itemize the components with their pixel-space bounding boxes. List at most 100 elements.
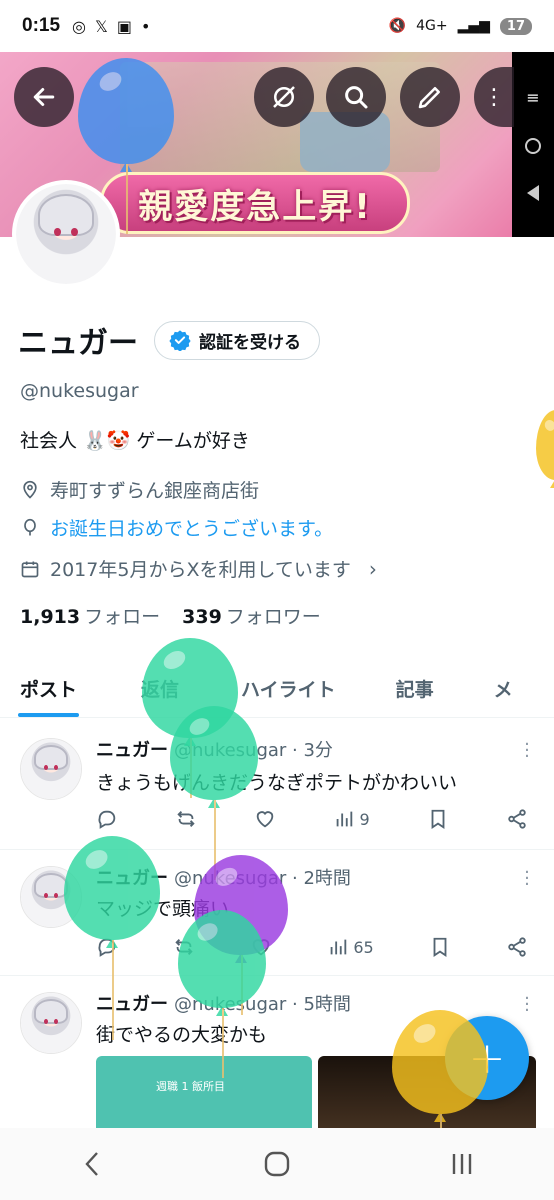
grok-icon [273, 86, 295, 108]
verified-badge-icon [169, 330, 191, 351]
instagram-icon: ◎ [72, 16, 86, 36]
following-link[interactable]: 1,913 フォロー [20, 602, 160, 629]
joined-row[interactable]: 2017年5月からXを利用しています › [20, 555, 377, 582]
avatar-image [16, 184, 116, 284]
share-button[interactable] [506, 808, 528, 830]
balloon-decoration [536, 410, 554, 488]
followers-label: フォロワー [225, 606, 321, 628]
post-author-name: ニュガー [96, 994, 168, 1015]
side-nav-strip: ≡ [512, 52, 554, 237]
chevron-right-icon: › [368, 556, 377, 581]
tv-icon: ▣ [116, 16, 133, 36]
views-icon [331, 939, 347, 955]
views-button[interactable]: 9 [333, 808, 370, 830]
post-actions: 65 [96, 936, 528, 958]
views-count: 9 [359, 809, 370, 829]
get-verified-button[interactable]: 認証を受ける [154, 320, 320, 360]
repost-button[interactable] [175, 808, 197, 830]
calendar-icon [21, 561, 39, 577]
birthday-text[interactable]: お誕生日おめでとうございます。 [50, 514, 333, 541]
heart-icon [257, 811, 274, 828]
search-button[interactable] [326, 67, 386, 127]
back-button[interactable] [14, 67, 74, 127]
post-more-icon[interactable]: · · · [524, 736, 530, 766]
chevron-left-icon [85, 1152, 99, 1176]
views-button[interactable]: 65 [327, 936, 374, 958]
post-item[interactable]: ニュガー@nukesugar · 3分 きょうもげんきだうなぎポテトがかわいい … [0, 720, 554, 850]
more-vertical-icon: ⋮ [483, 84, 505, 110]
home-square-icon [264, 1151, 290, 1177]
birthday-row[interactable]: お誕生日おめでとうございます。 [20, 514, 333, 541]
back-triangle-icon[interactable] [527, 185, 539, 202]
post-more-icon[interactable]: · · · [524, 864, 530, 894]
balloon-decoration [170, 706, 258, 880]
system-home-button[interactable] [237, 1139, 317, 1189]
bookmark-icon [431, 809, 445, 829]
location-row: 寿町すずらん銀座商店街 [20, 476, 259, 503]
system-navigation-bar [0, 1128, 554, 1200]
grok-button[interactable] [254, 67, 314, 127]
menu-icon[interactable]: ≡ [526, 88, 539, 107]
post-media-text: 週職 1 飯所目 [156, 1080, 225, 1093]
x-icon: 𝕏 [95, 16, 108, 36]
search-icon [345, 86, 368, 109]
profile-tabs: ポスト 返信 ハイライト 記事 メ [0, 660, 554, 718]
views-icon [337, 811, 353, 827]
post-avatar[interactable] [20, 738, 82, 800]
balloon-decoration [78, 58, 174, 234]
post-avatar[interactable] [20, 992, 82, 1054]
balloon-icon [24, 518, 36, 535]
home-circle-icon[interactable] [525, 137, 541, 154]
joined-text: 2017年5月からXを利用しています [50, 559, 351, 581]
display-name: ニュガー [18, 326, 138, 361]
bookmark-button[interactable] [429, 936, 451, 958]
network-label: 4G+ [416, 18, 448, 34]
status-notification-icons: ◎ 𝕏 ▣ • [72, 17, 150, 36]
signal-icon: ▂▄▆ [457, 18, 490, 34]
mute-icon: 🔇 [388, 18, 407, 34]
views-count: 65 [353, 937, 374, 957]
banner-title-band: 親愛度急上昇! [100, 172, 410, 234]
followers-link[interactable]: 339 フォロワー [182, 602, 321, 629]
tab-articles[interactable]: 記事 [356, 660, 454, 717]
post-text: きょうもげんきだうなぎポテトがかわいい [96, 772, 458, 794]
battery-badge: 17 [499, 17, 532, 35]
profile-avatar[interactable] [12, 180, 120, 288]
share-button[interactable] [506, 936, 528, 958]
status-bar: 0:15 ◎ 𝕏 ▣ • 🔇 4G+ ▂▄▆ 17 [0, 0, 554, 52]
banner-title: 親愛度急上昇! [138, 186, 372, 227]
balloon-decoration [392, 1010, 488, 1154]
follow-stats: 1,913 フォロー 339 フォロワー [20, 602, 321, 629]
bookmark-icon [433, 937, 447, 957]
reply-button[interactable] [96, 808, 118, 830]
dot-icon: • [141, 16, 151, 36]
get-verified-label: 認証を受ける [199, 332, 301, 353]
balloon-decoration [178, 910, 266, 1078]
location-pin-icon [23, 480, 37, 499]
post-more-icon[interactable]: · · · [524, 990, 530, 1020]
reply-icon [98, 810, 116, 829]
user-handle: @nukesugar [20, 380, 139, 402]
share-icon [508, 937, 526, 957]
followers-count: 339 [182, 606, 222, 628]
pencil-icon [418, 87, 440, 109]
system-recents-button[interactable] [422, 1139, 502, 1189]
post-author-name: ニュガー [96, 740, 168, 761]
balloon-decoration [64, 836, 160, 1040]
system-back-button[interactable] [52, 1139, 132, 1189]
edit-button[interactable] [400, 67, 460, 127]
post-actions: 9 [96, 808, 528, 830]
location-text: 寿町すずらん銀座商店街 [50, 480, 260, 502]
name-row: ニュガー 認証を受ける [18, 318, 320, 362]
status-time: 0:15 [22, 15, 61, 36]
user-bio: 社会人 🐰🤡 ゲームが好き [20, 430, 250, 452]
following-label: フォロー [84, 606, 161, 628]
bookmark-button[interactable] [427, 808, 449, 830]
tab-posts[interactable]: ポスト [0, 660, 97, 717]
recents-icon [452, 1154, 471, 1174]
following-count: 1,913 [20, 606, 81, 628]
tab-media[interactable]: メ [454, 660, 533, 717]
like-button[interactable] [254, 808, 276, 830]
repost-icon [177, 811, 195, 827]
post-text: 街でやるの大変かも [96, 1024, 268, 1046]
